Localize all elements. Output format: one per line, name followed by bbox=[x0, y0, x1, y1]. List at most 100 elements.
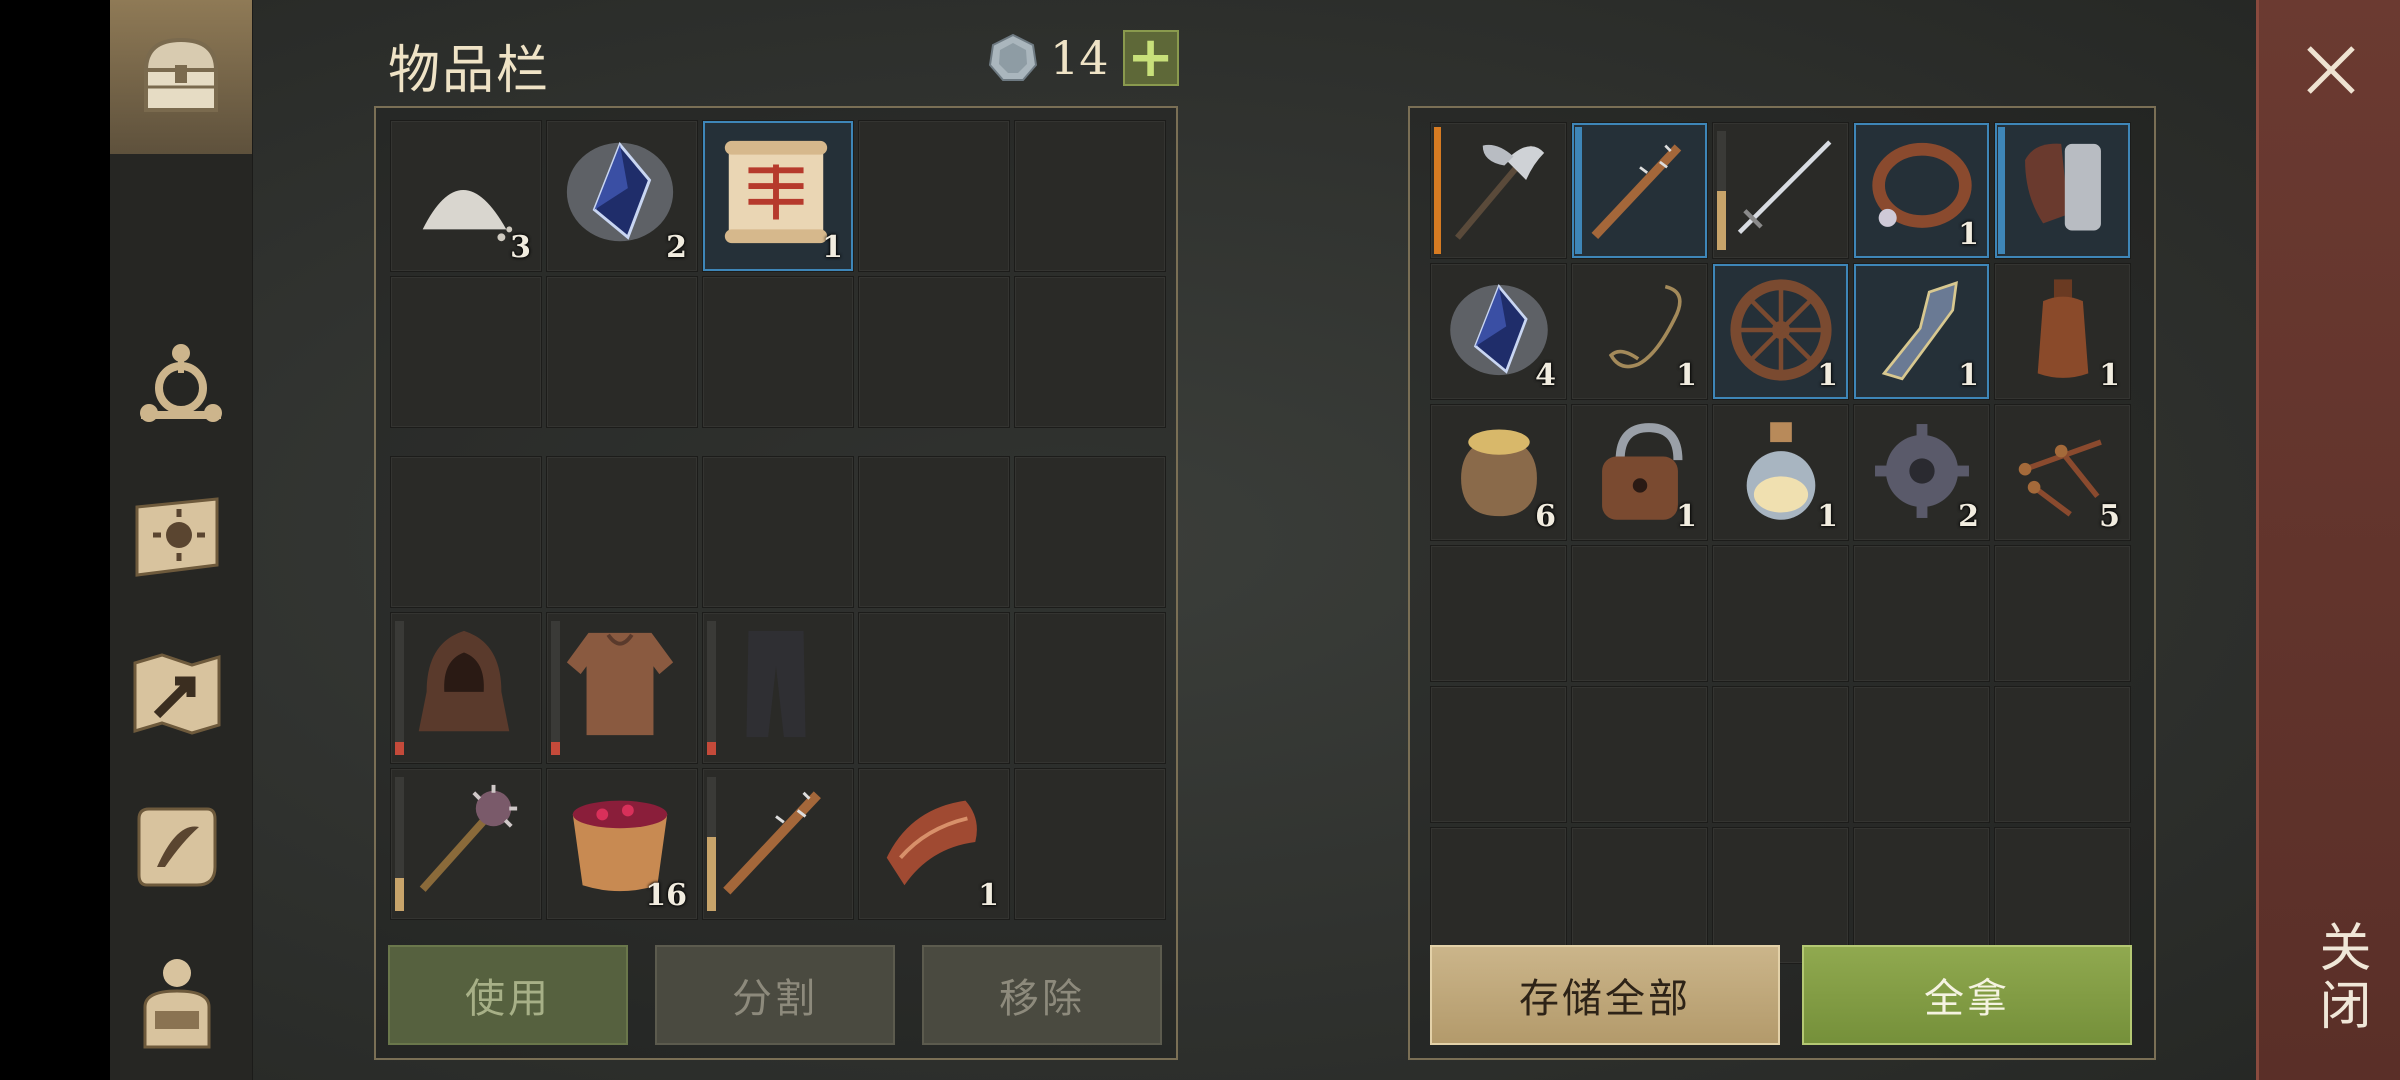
empty-slot[interactable] bbox=[1014, 768, 1166, 920]
map-icon[interactable] bbox=[124, 640, 230, 746]
item-slot[interactable]: 16 bbox=[546, 768, 698, 920]
add-coins-button[interactable]: + bbox=[1122, 30, 1179, 86]
item-slot[interactable]: 1 bbox=[1853, 122, 1990, 259]
empty-slot[interactable] bbox=[546, 456, 698, 608]
item-quantity: 1 bbox=[1817, 358, 1838, 393]
item-slot[interactable] bbox=[1430, 122, 1567, 259]
close-icon[interactable] bbox=[2301, 40, 2361, 100]
scroll-icon bbox=[724, 140, 828, 244]
item-slot[interactable] bbox=[702, 612, 854, 764]
flour-pile-icon bbox=[422, 190, 513, 242]
empty-slot[interactable] bbox=[858, 120, 1010, 272]
item-slot[interactable]: 1 bbox=[702, 120, 854, 272]
gauntlet-icon bbox=[2025, 143, 2101, 231]
equipment-grid: 16 1 bbox=[390, 456, 1166, 920]
spiked-club-icon bbox=[723, 791, 821, 895]
item-slot[interactable]: 6 bbox=[1430, 404, 1567, 541]
empty-slot[interactable] bbox=[546, 276, 698, 428]
item-slot[interactable]: 2 bbox=[1853, 404, 1990, 541]
item-slot[interactable]: 2 bbox=[546, 120, 698, 272]
empty-slot[interactable] bbox=[1712, 686, 1849, 823]
item-slot[interactable] bbox=[390, 768, 542, 920]
hood-icon bbox=[418, 630, 510, 732]
crystal-icon bbox=[566, 141, 674, 242]
empty-slot[interactable] bbox=[1430, 827, 1567, 964]
remove-button[interactable]: 移除 bbox=[922, 945, 1162, 1045]
item-slot[interactable] bbox=[702, 768, 854, 920]
empty-slot[interactable] bbox=[1994, 827, 2131, 964]
item-quantity: 1 bbox=[822, 230, 843, 265]
empty-slot[interactable] bbox=[858, 456, 1010, 608]
item-slot[interactable] bbox=[390, 612, 542, 764]
empty-slot[interactable] bbox=[1014, 612, 1166, 764]
storage-grid: 14111161125 bbox=[1430, 122, 2131, 964]
empty-slot[interactable] bbox=[1571, 545, 1708, 682]
character-icon[interactable] bbox=[124, 946, 230, 1052]
empty-slot[interactable] bbox=[1571, 686, 1708, 823]
split-button[interactable]: 分割 bbox=[655, 945, 895, 1045]
close-label[interactable]: 关闭 bbox=[2303, 920, 2378, 1036]
empty-slot[interactable] bbox=[702, 456, 854, 608]
coin-count: 14 bbox=[1050, 31, 1109, 85]
item-slot[interactable]: 1 bbox=[1571, 263, 1708, 400]
item-slot[interactable]: 1 bbox=[1712, 404, 1849, 541]
crafting-icon[interactable] bbox=[128, 330, 234, 436]
take-all-button[interactable]: 全拿 bbox=[1802, 945, 2132, 1045]
empty-slot[interactable] bbox=[1853, 827, 1990, 964]
use-button[interactable]: 使用 bbox=[388, 945, 628, 1045]
inventory-grid: 3 2 1 bbox=[390, 120, 1166, 428]
empty-slot[interactable] bbox=[858, 276, 1010, 428]
pants-icon bbox=[746, 630, 806, 738]
item-slot[interactable] bbox=[546, 612, 698, 764]
empty-slot[interactable] bbox=[1430, 545, 1567, 682]
item-slot[interactable] bbox=[1712, 122, 1849, 259]
item-quantity: 3 bbox=[510, 230, 531, 265]
quest-scroll-icon[interactable] bbox=[124, 794, 230, 900]
empty-slot[interactable] bbox=[1014, 456, 1166, 608]
item-quantity: 1 bbox=[978, 878, 999, 913]
item-slot[interactable]: 1 bbox=[1712, 263, 1849, 400]
empty-slot[interactable] bbox=[1712, 545, 1849, 682]
battle-axe-icon bbox=[1455, 144, 1545, 240]
meat-strip-icon bbox=[886, 800, 977, 886]
empty-slot[interactable] bbox=[702, 276, 854, 428]
item-quantity: 2 bbox=[666, 230, 687, 265]
item-slot[interactable]: 1 bbox=[1994, 263, 2131, 400]
empty-slot[interactable] bbox=[1014, 276, 1166, 428]
inventory-title: 物品栏 bbox=[388, 41, 551, 101]
empty-slot[interactable] bbox=[1712, 827, 1849, 964]
empty-slot[interactable] bbox=[1571, 827, 1708, 964]
item-quantity: 1 bbox=[2099, 358, 2120, 393]
silver-coin-icon bbox=[988, 33, 1038, 81]
item-slot[interactable]: 1 bbox=[858, 768, 1010, 920]
item-slot[interactable] bbox=[1994, 122, 2131, 259]
item-quantity: 5 bbox=[2099, 499, 2120, 534]
store-all-button[interactable]: 存储全部 bbox=[1430, 945, 1780, 1045]
empty-slot[interactable] bbox=[1994, 545, 2131, 682]
item-slot[interactable]: 1 bbox=[1571, 404, 1708, 541]
empty-slot[interactable] bbox=[1430, 686, 1567, 823]
item-slot[interactable]: 4 bbox=[1430, 263, 1567, 400]
item-quantity: 4 bbox=[1535, 358, 1556, 393]
item-slot[interactable] bbox=[1571, 122, 1708, 259]
item-slot[interactable]: 1 bbox=[1853, 263, 1990, 400]
close-panel[interactable]: 关闭 bbox=[2256, 0, 2400, 1080]
empty-slot[interactable] bbox=[390, 276, 542, 428]
item-quantity: 1 bbox=[1676, 358, 1697, 393]
chest-icon[interactable] bbox=[128, 22, 234, 128]
sword-icon bbox=[1737, 140, 1832, 234]
item-quantity: 16 bbox=[645, 878, 687, 913]
empty-slot[interactable] bbox=[1853, 545, 1990, 682]
item-slot[interactable]: 5 bbox=[1994, 404, 2131, 541]
empty-slot[interactable] bbox=[858, 612, 1010, 764]
sun-book-icon[interactable] bbox=[124, 484, 230, 590]
empty-slot[interactable] bbox=[1994, 686, 2131, 823]
empty-slot[interactable] bbox=[1014, 120, 1166, 272]
item-quantity: 1 bbox=[1676, 499, 1697, 534]
item-quantity: 6 bbox=[1535, 499, 1556, 534]
empty-slot[interactable] bbox=[390, 456, 542, 608]
spiked-club-icon bbox=[1591, 144, 1682, 240]
item-slot[interactable]: 3 bbox=[390, 120, 542, 272]
mace-icon bbox=[419, 784, 518, 892]
empty-slot[interactable] bbox=[1853, 686, 1990, 823]
